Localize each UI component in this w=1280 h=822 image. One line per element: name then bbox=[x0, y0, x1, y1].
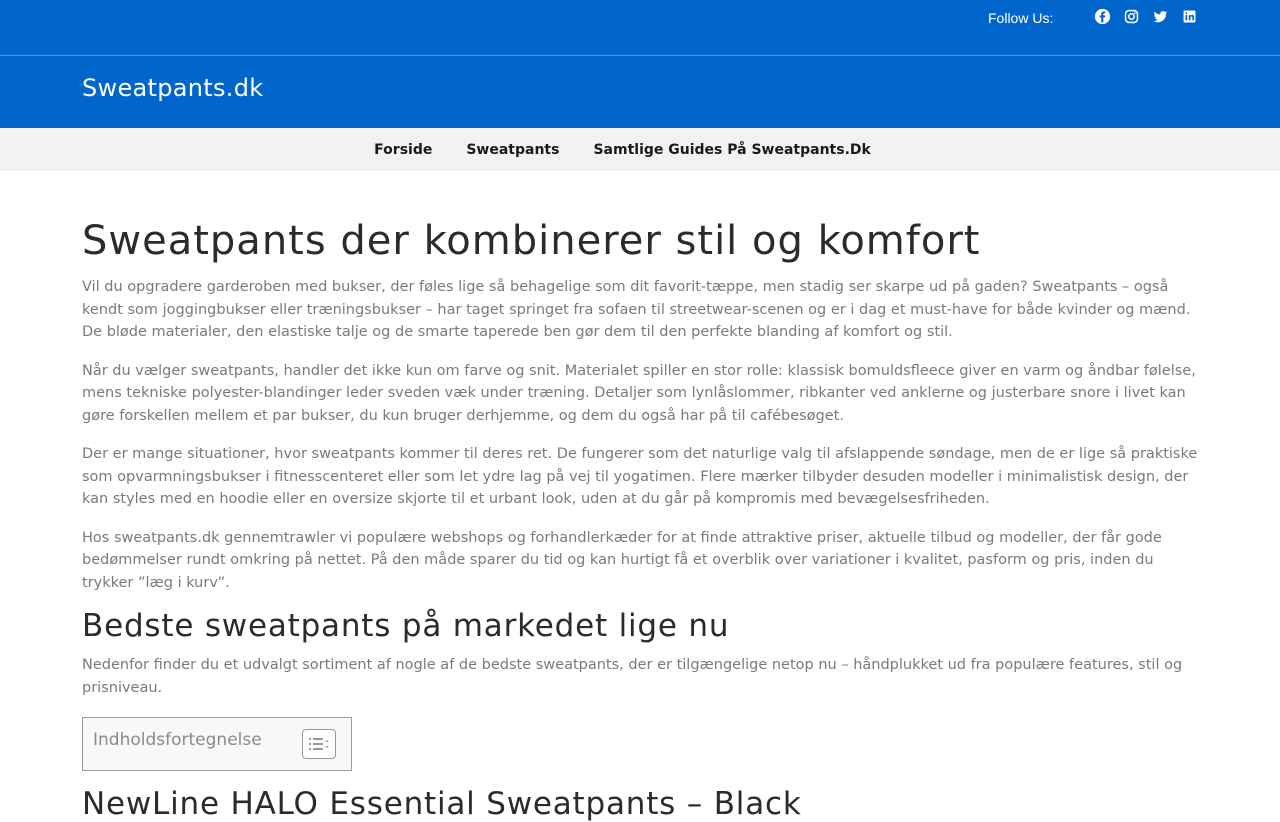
table-of-contents: Indholdsfortegnelse bbox=[82, 717, 352, 771]
top-bar: Follow Us: bbox=[0, 0, 1280, 56]
intro-paragraph-3: Der er mange situationer, hvor sweatpant… bbox=[82, 446, 1198, 507]
nav-item-forside[interactable]: Forside bbox=[374, 142, 432, 158]
linkedin-icon[interactable] bbox=[1181, 8, 1198, 25]
toc-label: Indholdsfortegnelse bbox=[93, 730, 262, 750]
twitter-icon[interactable] bbox=[1152, 8, 1169, 25]
article: Sweatpants der kombinerer stil og komfor… bbox=[82, 215, 1200, 771]
intro-paragraph-4: Hos sweatpants.dk gennemtrawler vi popul… bbox=[82, 529, 1162, 591]
intro-paragraph-1: Vil du opgradere garderoben med bukser, … bbox=[82, 279, 1191, 340]
section-intro: Nedenfor finder du et udvalgt sortiment … bbox=[82, 657, 1183, 696]
main-nav: Forside Sweatpants Samtlige Guides På Sw… bbox=[0, 128, 1280, 171]
product-heading: NewLine HALO Essential Sweatpants – Blac… bbox=[82, 786, 802, 822]
social-links bbox=[1094, 8, 1198, 25]
page-title: Sweatpants der kombinerer stil og komfor… bbox=[82, 218, 981, 264]
section-title: Bedste sweatpants på markedet lige nu bbox=[82, 608, 730, 644]
toc-toggle-button[interactable] bbox=[302, 729, 336, 759]
follow-us-label: Follow Us: bbox=[988, 10, 1054, 26]
list-icon bbox=[309, 738, 329, 750]
facebook-icon[interactable] bbox=[1094, 8, 1111, 25]
instagram-icon[interactable] bbox=[1123, 8, 1140, 25]
nav-item-sweatpants[interactable]: Sweatpants bbox=[466, 142, 559, 158]
intro-paragraph-2: Når du vælger sweatpants, handler det ik… bbox=[82, 362, 1196, 424]
site-logo[interactable]: Sweatpants.dk bbox=[82, 74, 263, 102]
nav-item-guides[interactable]: Samtlige Guides På Sweatpants.Dk bbox=[593, 142, 870, 158]
brand-bar: Sweatpants.dk bbox=[0, 56, 1280, 128]
